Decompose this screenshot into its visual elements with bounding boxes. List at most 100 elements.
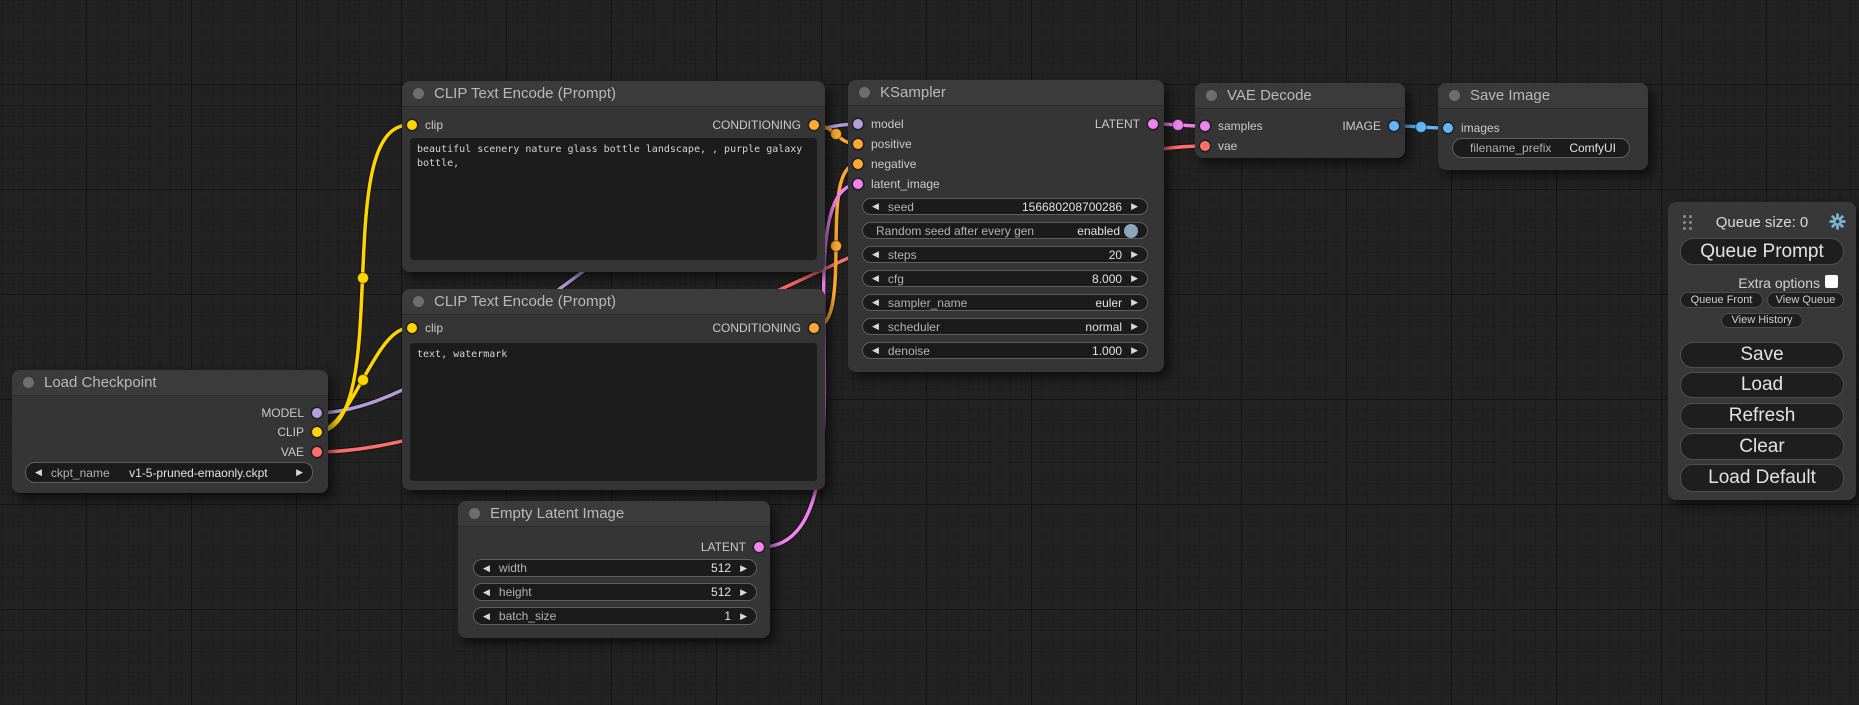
seed-stepper[interactable]: ◀ seed 156680208700286 ▶ xyxy=(862,198,1148,215)
node-titlebar[interactable]: VAE Decode xyxy=(1195,83,1405,109)
collapse-dot-icon[interactable] xyxy=(23,377,34,388)
input-model[interactable]: model xyxy=(853,116,904,132)
input-samples[interactable]: samples xyxy=(1200,118,1263,134)
input-images[interactable]: images xyxy=(1443,120,1500,136)
output-conditioning[interactable]: CONDITIONING xyxy=(712,320,819,336)
latent-port-icon[interactable] xyxy=(853,179,863,189)
filename-prefix-field[interactable]: filename_prefix ComfyUI xyxy=(1452,138,1630,158)
node-ksampler[interactable]: KSampler model positive negative latent_… xyxy=(848,80,1164,372)
prev-value-arrow-icon[interactable]: ◀ xyxy=(872,322,879,331)
node-titlebar[interactable]: CLIP Text Encode (Prompt) xyxy=(402,289,825,315)
node-empty-latent-image[interactable]: Empty Latent Image LATENT ◀ width 512 ▶ … xyxy=(458,501,770,638)
increment-arrow-icon[interactable]: ▶ xyxy=(740,564,747,573)
increment-arrow-icon[interactable]: ▶ xyxy=(1131,346,1138,355)
queue-prompt-button[interactable]: Queue Prompt xyxy=(1680,238,1844,265)
image-port-icon[interactable] xyxy=(1443,123,1453,133)
random-seed-toggle[interactable]: Random seed after every gen enabled xyxy=(862,222,1148,239)
output-conditioning[interactable]: CONDITIONING xyxy=(712,117,819,133)
load-default-button[interactable]: Load Default xyxy=(1680,464,1844,492)
load-button[interactable]: Load xyxy=(1680,372,1844,398)
next-value-arrow-icon[interactable]: ▶ xyxy=(1131,322,1138,331)
decrement-arrow-icon[interactable]: ◀ xyxy=(872,250,879,259)
output-latent[interactable]: LATENT xyxy=(701,539,764,555)
image-port-icon[interactable] xyxy=(1389,121,1399,131)
output-latent[interactable]: LATENT xyxy=(1095,116,1158,132)
toggle-knob-icon[interactable] xyxy=(1124,224,1138,238)
collapse-dot-icon[interactable] xyxy=(859,87,870,98)
latent-port-icon[interactable] xyxy=(1200,121,1210,131)
latent-port-icon[interactable] xyxy=(754,542,764,552)
height-stepper[interactable]: ◀ height 512 ▶ xyxy=(473,583,757,601)
latent-port-icon[interactable] xyxy=(1148,119,1158,129)
node-titlebar[interactable]: KSampler xyxy=(848,80,1164,106)
sampler-name-combo[interactable]: ◀ sampler_name euler ▶ xyxy=(862,294,1148,311)
output-vae[interactable]: VAE xyxy=(281,444,322,460)
prompt-textarea[interactable]: beautiful scenery nature glass bottle la… xyxy=(410,138,817,260)
collapse-dot-icon[interactable] xyxy=(469,508,480,519)
view-history-button[interactable]: View History xyxy=(1721,313,1803,328)
decrement-arrow-icon[interactable]: ◀ xyxy=(483,612,490,621)
conditioning-port-icon[interactable] xyxy=(809,120,819,130)
save-button[interactable]: Save xyxy=(1680,342,1844,368)
output-image[interactable]: IMAGE xyxy=(1342,118,1399,134)
output-model[interactable]: MODEL xyxy=(261,405,322,421)
input-vae[interactable]: vae xyxy=(1200,138,1237,154)
cfg-stepper[interactable]: ◀ cfg 8.000 ▶ xyxy=(862,270,1148,287)
queue-front-button[interactable]: Queue Front xyxy=(1680,292,1763,308)
prompt-textarea[interactable]: text, watermark xyxy=(410,343,817,481)
ckpt-name-combo[interactable]: ◀ ckpt_name v1-5-pruned-emaonly.ckpt ▶ xyxy=(25,462,313,483)
conditioning-port-icon[interactable] xyxy=(809,323,819,333)
width-stepper[interactable]: ◀ width 512 ▶ xyxy=(473,559,757,577)
clip-port-icon[interactable] xyxy=(407,120,417,130)
model-port-icon[interactable] xyxy=(853,119,863,129)
output-clip[interactable]: CLIP xyxy=(277,424,322,440)
collapse-dot-icon[interactable] xyxy=(1449,90,1460,101)
node-clip-text-encode-negative[interactable]: CLIP Text Encode (Prompt) clip CONDITION… xyxy=(402,289,825,490)
gear-icon[interactable] xyxy=(1829,213,1846,230)
next-value-arrow-icon[interactable]: ▶ xyxy=(1131,298,1138,307)
increment-arrow-icon[interactable]: ▶ xyxy=(1131,250,1138,259)
node-titlebar[interactable]: CLIP Text Encode (Prompt) xyxy=(402,81,825,107)
input-negative[interactable]: negative xyxy=(853,156,916,172)
decrement-arrow-icon[interactable]: ◀ xyxy=(872,202,879,211)
conditioning-port-icon[interactable] xyxy=(853,159,863,169)
vae-port-icon[interactable] xyxy=(1200,141,1210,151)
collapse-dot-icon[interactable] xyxy=(413,296,424,307)
conditioning-port-icon[interactable] xyxy=(853,139,863,149)
node-load-checkpoint[interactable]: Load Checkpoint MODEL CLIP VAE ◀ ckpt_na… xyxy=(12,370,328,493)
node-titlebar[interactable]: Save Image xyxy=(1438,83,1648,109)
increment-arrow-icon[interactable]: ▶ xyxy=(740,588,747,597)
view-queue-button[interactable]: View Queue xyxy=(1767,292,1844,308)
node-vae-decode[interactable]: VAE Decode samples vae IMAGE xyxy=(1195,83,1405,158)
clear-button[interactable]: Clear xyxy=(1680,433,1844,460)
prev-value-arrow-icon[interactable]: ◀ xyxy=(35,468,42,477)
model-port-icon[interactable] xyxy=(312,408,322,418)
scheduler-combo[interactable]: ◀ scheduler normal ▶ xyxy=(862,318,1148,335)
refresh-button[interactable]: Refresh xyxy=(1680,403,1844,429)
steps-stepper[interactable]: ◀ steps 20 ▶ xyxy=(862,246,1148,263)
decrement-arrow-icon[interactable]: ◀ xyxy=(872,346,879,355)
increment-arrow-icon[interactable]: ▶ xyxy=(1131,202,1138,211)
decrement-arrow-icon[interactable]: ◀ xyxy=(483,588,490,597)
clip-port-icon[interactable] xyxy=(312,427,322,437)
increment-arrow-icon[interactable]: ▶ xyxy=(740,612,747,621)
clip-port-icon[interactable] xyxy=(407,323,417,333)
increment-arrow-icon[interactable]: ▶ xyxy=(1131,274,1138,283)
node-titlebar[interactable]: Empty Latent Image xyxy=(458,501,770,527)
extra-options-checkbox[interactable] xyxy=(1825,275,1838,288)
decrement-arrow-icon[interactable]: ◀ xyxy=(483,564,490,573)
collapse-dot-icon[interactable] xyxy=(1206,90,1217,101)
decrement-arrow-icon[interactable]: ◀ xyxy=(872,274,879,283)
vae-port-icon[interactable] xyxy=(312,447,322,457)
node-clip-text-encode-positive[interactable]: CLIP Text Encode (Prompt) clip CONDITION… xyxy=(402,81,825,272)
batch-size-stepper[interactable]: ◀ batch_size 1 ▶ xyxy=(473,607,757,625)
node-save-image[interactable]: Save Image images filename_prefix ComfyU… xyxy=(1438,83,1648,170)
input-latent-image[interactable]: latent_image xyxy=(853,176,940,192)
input-clip[interactable]: clip xyxy=(407,320,443,336)
input-clip[interactable]: clip xyxy=(407,117,443,133)
denoise-stepper[interactable]: ◀ denoise 1.000 ▶ xyxy=(862,342,1148,359)
prev-value-arrow-icon[interactable]: ◀ xyxy=(872,298,879,307)
collapse-dot-icon[interactable] xyxy=(413,88,424,99)
node-titlebar[interactable]: Load Checkpoint xyxy=(12,370,328,396)
input-positive[interactable]: positive xyxy=(853,136,912,152)
